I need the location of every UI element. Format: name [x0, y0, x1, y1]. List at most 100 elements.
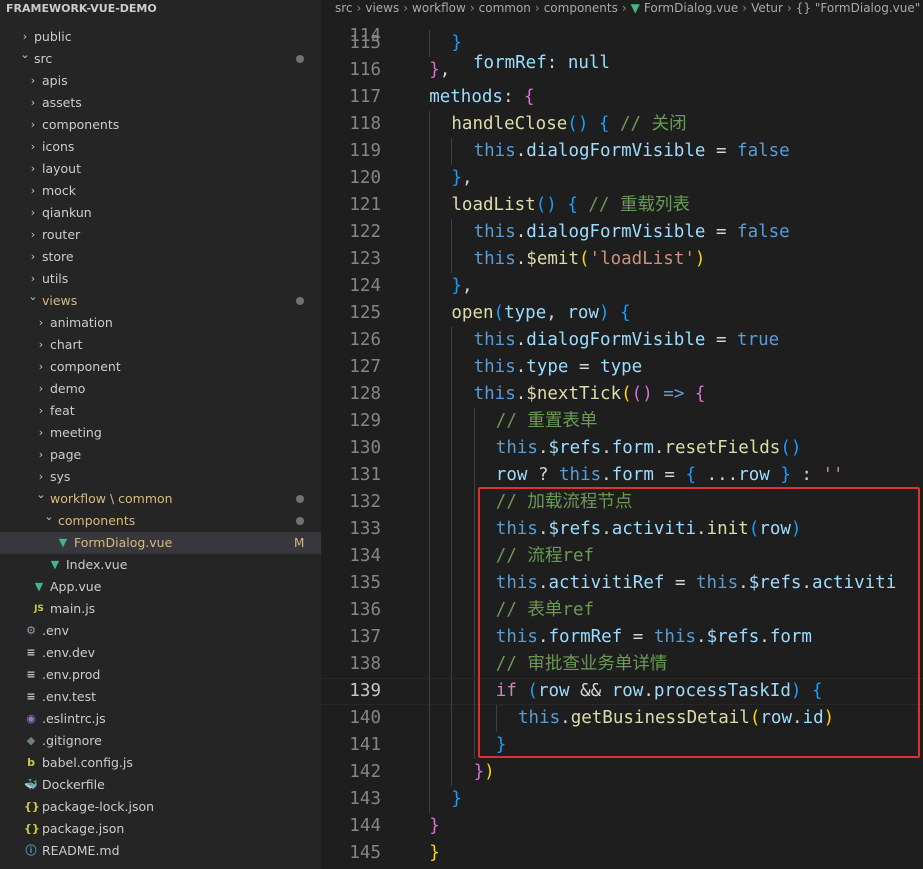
tree-item-label: feat	[50, 403, 75, 418]
code-line[interactable]: 144}	[321, 813, 923, 840]
chevron-right-icon[interactable]: ›	[36, 356, 46, 378]
chevron-down-icon[interactable]: ⌄	[36, 484, 46, 506]
tree-item[interactable]: ▼ App.vue	[0, 576, 321, 598]
tree-item[interactable]: › component	[0, 356, 321, 378]
code-token: ...	[696, 465, 739, 485]
tree-item[interactable]: ▼ Index.vue	[0, 554, 321, 576]
vue-file-icon: ▼	[34, 580, 44, 593]
tree-item[interactable]: › store	[0, 246, 321, 268]
chevron-right-icon[interactable]: ›	[28, 114, 38, 136]
chevron-right-icon[interactable]: ›	[36, 378, 46, 400]
chevron-right-icon[interactable]: ›	[36, 334, 46, 356]
tree-item[interactable]: ⌄ views	[0, 290, 321, 312]
chevron-right-icon[interactable]: ›	[28, 158, 38, 180]
chevron-right-icon[interactable]: ›	[28, 92, 38, 114]
tree-item[interactable]: {} package-lock.json	[0, 796, 321, 818]
tree-item[interactable]: ⓘ README.md	[0, 840, 321, 862]
code-line[interactable]: 126 this.dialogFormVisible = true	[321, 327, 923, 354]
chevron-right-icon[interactable]: ›	[28, 202, 38, 224]
code-line[interactable]: 124},	[321, 273, 923, 300]
chevron-right-icon: ›	[356, 1, 362, 15]
tree-item[interactable]: › demo	[0, 378, 321, 400]
tree-item[interactable]: ⚙ .env	[0, 620, 321, 642]
tree-item[interactable]: ⌄ src	[0, 48, 321, 70]
code-line[interactable]: 145}	[321, 840, 923, 867]
tree-item[interactable]: › meeting	[0, 422, 321, 444]
code-line[interactable]: 128 this.$nextTick(() => {	[321, 381, 923, 408]
breadcrumb-common[interactable]: common	[479, 1, 531, 15]
tree-item[interactable]: › assets	[0, 92, 321, 114]
chevron-right-icon[interactable]: ›	[36, 400, 46, 422]
breadcrumb-views[interactable]: views	[365, 1, 399, 15]
code-line[interactable]: 130 this.$refs.form.resetFields()	[321, 435, 923, 462]
chevron-down-icon[interactable]: ⌄	[28, 286, 38, 308]
tree-item[interactable]: 🐳 Dockerfile	[0, 774, 321, 796]
tree-item[interactable]: ≡ .env.test	[0, 686, 321, 708]
tree-item[interactable]: › components	[0, 114, 321, 136]
tree-item[interactable]: › sys	[0, 466, 321, 488]
code-line[interactable]: 119 this.dialogFormVisible = false	[321, 138, 923, 165]
code-line[interactable]: 123 this.$emit('loadList')	[321, 246, 923, 273]
tree-item[interactable]: › animation	[0, 312, 321, 334]
chevron-right-icon[interactable]: ›	[28, 136, 38, 158]
chevron-down-icon[interactable]: ⌄	[44, 506, 54, 528]
tree-item[interactable]: › public	[0, 26, 321, 48]
breadcrumb-workflow[interactable]: workflow	[412, 1, 466, 15]
tree-item[interactable]: › utils	[0, 268, 321, 290]
tree-item[interactable]: › qiankun	[0, 202, 321, 224]
code-line[interactable]: 125 open(type, row) {	[321, 300, 923, 327]
code-line[interactable]: 121 loadList() { // 重载列表	[321, 192, 923, 219]
code-token: {	[567, 195, 578, 215]
code-line[interactable]: 122 this.dialogFormVisible = false	[321, 219, 923, 246]
chevron-right-icon[interactable]: ›	[36, 444, 46, 466]
tree-item[interactable]: ▼ FormDialog.vue M	[0, 532, 321, 554]
tree-item[interactable]: JS main.js	[0, 598, 321, 620]
tree-item[interactable]: › layout	[0, 158, 321, 180]
chevron-right-icon[interactable]: ›	[28, 180, 38, 202]
tree-item[interactable]: ◉ .eslintrc.js	[0, 708, 321, 730]
tree-item[interactable]: › icons	[0, 136, 321, 158]
code-line[interactable]: 142})	[321, 759, 923, 786]
code-text: this.$refs.form.resetFields()	[496, 435, 802, 462]
tree-item[interactable]: ⌄ components	[0, 510, 321, 532]
code-line[interactable]: 143}	[321, 786, 923, 813]
explorer-project-title[interactable]: FRAMEWORK-VUE-DEMO	[0, 0, 321, 17]
line-number: 129	[349, 411, 381, 431]
tree-item[interactable]: ≡ .env.prod	[0, 664, 321, 686]
breadcrumb-vetur[interactable]: Vetur	[751, 1, 783, 15]
code-line[interactable]: 127 this.type = type	[321, 354, 923, 381]
code-line[interactable]: 120},	[321, 165, 923, 192]
code-line[interactable]: 115}	[321, 30, 923, 57]
tree-item[interactable]: › page	[0, 444, 321, 466]
breadcrumb-components[interactable]: components	[544, 1, 618, 15]
breadcrumb-src[interactable]: src	[335, 1, 353, 15]
chevron-right-icon[interactable]: ›	[28, 246, 38, 268]
chevron-right-icon[interactable]: ›	[36, 422, 46, 444]
tree-item[interactable]: ≡ .env.dev	[0, 642, 321, 664]
code-line[interactable]: 116},	[321, 57, 923, 84]
breadcrumb-file[interactable]: FormDialog.vue	[644, 1, 738, 15]
tree-item[interactable]: b babel.config.js	[0, 752, 321, 774]
tree-item[interactable]: › apis	[0, 70, 321, 92]
indent-guide	[451, 705, 453, 732]
tree-item[interactable]: › feat	[0, 400, 321, 422]
code-token: .	[515, 141, 527, 161]
tree-item[interactable]: {} package.json	[0, 818, 321, 840]
indent-guide	[473, 516, 475, 543]
breadcrumb-symbol[interactable]: {} "FormDialog.vue"	[796, 1, 920, 15]
code-line[interactable]: 118 handleClose() { // 关闭	[321, 111, 923, 138]
chevron-right-icon[interactable]: ›	[28, 70, 38, 92]
tree-item[interactable]: ◆ .gitignore	[0, 730, 321, 752]
code-line[interactable]: 129 // 重置表单	[321, 408, 923, 435]
indent-guide	[451, 516, 453, 543]
tree-item[interactable]: › chart	[0, 334, 321, 356]
code-line[interactable]: 131 row ? this.form = { ...row } : ''	[321, 462, 923, 489]
code-line[interactable]: 117 methods: {	[321, 84, 923, 111]
tree-item[interactable]: › mock	[0, 180, 321, 202]
tree-item[interactable]: › router	[0, 224, 321, 246]
chevron-right-icon[interactable]: ›	[36, 312, 46, 334]
chevron-down-icon[interactable]: ⌄	[20, 44, 30, 66]
chevron-right-icon[interactable]: ›	[28, 224, 38, 246]
line-number: 120	[349, 168, 381, 188]
